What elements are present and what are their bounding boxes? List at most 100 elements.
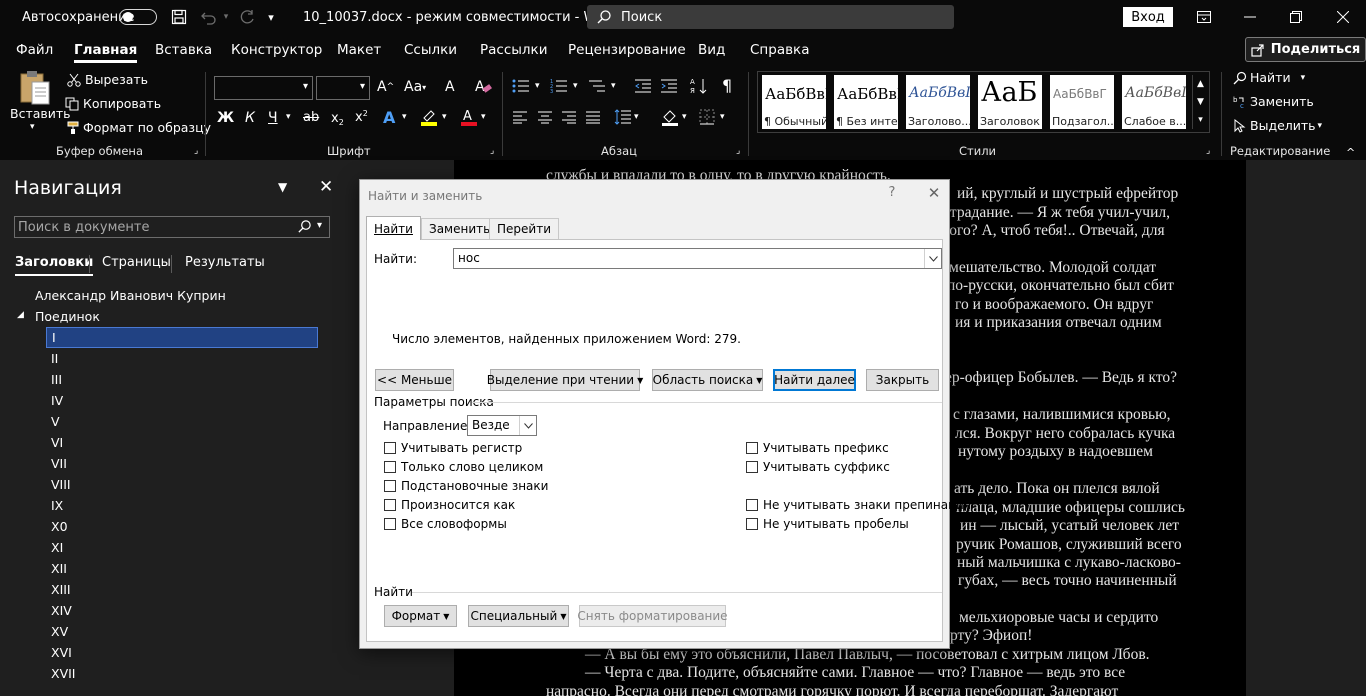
tab-insert[interactable]: Вставка — [155, 34, 212, 66]
paragraph-dialog-launcher-icon[interactable]: ⌟ — [736, 146, 740, 156]
underline-dropdown-icon[interactable]: ▾ — [286, 112, 291, 122]
superscript-icon[interactable]: x2 — [355, 109, 368, 125]
style-title[interactable]: АаБ Заголовок — [978, 75, 1042, 129]
font-name-combo[interactable]: ▾ — [214, 76, 313, 100]
line-spacing-icon[interactable] — [614, 109, 632, 125]
search-icon[interactable] — [297, 219, 312, 238]
match-case-checkbox[interactable]: Учитывать регистр — [384, 441, 522, 455]
subscript-icon[interactable]: x2 — [331, 110, 344, 127]
clear-formatting-icon[interactable]: A — [474, 77, 492, 95]
match-suffix-checkbox[interactable]: Учитывать суффикс — [746, 460, 890, 474]
highlight-dropdown-icon[interactable]: ▾ — [442, 112, 447, 122]
help-icon[interactable]: ? — [884, 185, 900, 203]
sounds-like-checkbox[interactable]: Произносится как — [384, 498, 515, 512]
decrease-indent-icon[interactable] — [634, 78, 652, 94]
heading-item[interactable]: X0 — [51, 516, 68, 537]
customize-qat-icon[interactable]: ▾ — [264, 0, 278, 34]
tab-goto[interactable]: Перейти — [489, 218, 559, 239]
strikethrough-icon[interactable]: ab — [303, 110, 319, 125]
tab-home[interactable]: Главная — [74, 34, 138, 66]
align-center-icon[interactable] — [537, 110, 553, 124]
heading-item[interactable]: XIII — [51, 579, 71, 600]
autosave-toggle[interactable] — [119, 0, 157, 34]
tab-help[interactable]: Справка — [750, 34, 809, 66]
restore-icon[interactable] — [1273, 0, 1319, 34]
chevron-down-icon[interactable] — [519, 416, 536, 435]
heading-item[interactable]: XII — [51, 558, 67, 579]
less-button[interactable]: << Меньше — [375, 369, 454, 391]
tab-file[interactable]: Файл — [16, 34, 53, 66]
line-spacing-dropdown-icon[interactable]: ▾ — [634, 112, 639, 122]
save-icon[interactable] — [169, 0, 189, 34]
reading-highlight-button[interactable]: Выделение при чтении ▼ — [487, 369, 643, 391]
copy-button[interactable]: Копировать — [64, 96, 161, 111]
style-subtle-emphasis[interactable]: АаБбВвГ Слабое в... — [1122, 75, 1186, 129]
paste-dropdown-icon[interactable]: ▾ — [30, 122, 35, 132]
heading-item[interactable]: XVII — [51, 663, 76, 684]
close-button[interactable]: Закрыть — [866, 369, 939, 391]
italic-button[interactable]: К — [245, 110, 255, 126]
heading-item[interactable]: VIII — [51, 474, 71, 495]
match-prefix-checkbox[interactable]: Учитывать префикс — [746, 441, 889, 455]
undo-dropdown-icon[interactable]: ▾ — [221, 0, 231, 34]
find-button[interactable]: Найти ▾ — [1232, 70, 1305, 85]
justify-icon[interactable] — [585, 110, 601, 124]
style-no-spacing[interactable]: АаБбВвГ ¶ Без инте... — [834, 75, 898, 129]
chevron-down-icon[interactable] — [924, 249, 941, 268]
heading-item[interactable]: XI — [51, 537, 63, 558]
heading-item[interactable]: IX — [51, 495, 63, 516]
paste-button[interactable]: Вставить — [10, 106, 71, 121]
style-subtitle[interactable]: АаБбВвГ Подзагол... — [1050, 75, 1114, 129]
replace-button[interactable]: bc Заменить — [1232, 94, 1314, 109]
nav-tab-results[interactable]: Результаты — [185, 255, 265, 270]
find-in-button[interactable]: Область поиска ▼ — [652, 369, 763, 391]
search-box[interactable]: Поиск — [587, 5, 954, 29]
style-heading-1[interactable]: АаБбВвГ Заголово... — [906, 75, 970, 129]
heading-item-selected[interactable]: I — [46, 327, 318, 348]
borders-dropdown-icon[interactable]: ▾ — [720, 112, 725, 122]
close-nav-icon[interactable]: ✕ — [319, 177, 333, 197]
font-color-dropdown-icon[interactable]: ▾ — [481, 112, 486, 122]
scroll-up-icon[interactable]: ▲ — [1197, 79, 1204, 89]
minimize-icon[interactable] — [1227, 0, 1273, 34]
ignore-whitespace-checkbox[interactable]: Не учитывать пробелы — [746, 517, 909, 531]
direction-select[interactable]: Везде — [467, 415, 537, 436]
bullets-dropdown-icon[interactable]: ▾ — [535, 81, 540, 91]
share-button[interactable]: Поделиться — [1245, 37, 1366, 62]
paste-icon[interactable] — [18, 70, 52, 106]
nav-search-input[interactable]: Поиск в документе ▾ — [14, 216, 330, 238]
grow-font-icon[interactable]: A ^ — [377, 79, 394, 95]
collapse-ribbon-icon[interactable]: ^ — [1346, 146, 1355, 159]
heading-item[interactable]: XIV — [51, 600, 72, 621]
undo-icon[interactable] — [198, 0, 220, 34]
special-button[interactable]: Специальный ▼ — [468, 605, 569, 627]
heading-item[interactable]: III — [51, 369, 62, 390]
tab-review[interactable]: Рецензирование — [568, 34, 686, 66]
show-formatting-marks-icon[interactable]: ¶ — [722, 76, 732, 95]
signin-button[interactable]: Вход — [1123, 7, 1173, 27]
increase-indent-icon[interactable] — [660, 78, 678, 94]
multilevel-list-icon[interactable] — [588, 78, 606, 94]
font-dialog-launcher-icon[interactable]: ⌟ — [490, 146, 494, 156]
select-button[interactable]: Выделить ▾ — [1232, 118, 1322, 133]
heading-item[interactable]: VII — [51, 453, 67, 474]
shading-icon[interactable] — [661, 108, 679, 126]
bullets-icon[interactable] — [512, 78, 530, 94]
cut-button[interactable]: Вырезать — [66, 72, 148, 87]
tab-layout[interactable]: Макет — [337, 34, 381, 66]
styles-scroll[interactable]: ▲ ▼ ▾ — [1192, 75, 1208, 129]
sort-icon[interactable]: AЯ — [690, 77, 708, 95]
tab-view[interactable]: Вид — [698, 34, 725, 66]
find-what-input[interactable]: нос — [453, 248, 942, 269]
heading-item[interactable]: Александр Иванович Куприн — [35, 285, 226, 306]
tab-replace[interactable]: Заменить — [421, 218, 499, 239]
ribbon-display-options-icon[interactable] — [1181, 0, 1227, 34]
borders-icon[interactable] — [699, 109, 715, 125]
numbering-dropdown-icon[interactable]: ▾ — [573, 81, 578, 91]
wildcards-checkbox[interactable]: Подстановочные знаки — [384, 479, 548, 493]
highlight-icon[interactable] — [420, 108, 438, 126]
underline-button[interactable]: Ч — [268, 110, 278, 126]
close-icon[interactable]: ✕ — [924, 184, 944, 204]
tab-mailings[interactable]: Рассылки — [480, 34, 547, 66]
scroll-down-icon[interactable]: ▼ — [1197, 97, 1204, 107]
